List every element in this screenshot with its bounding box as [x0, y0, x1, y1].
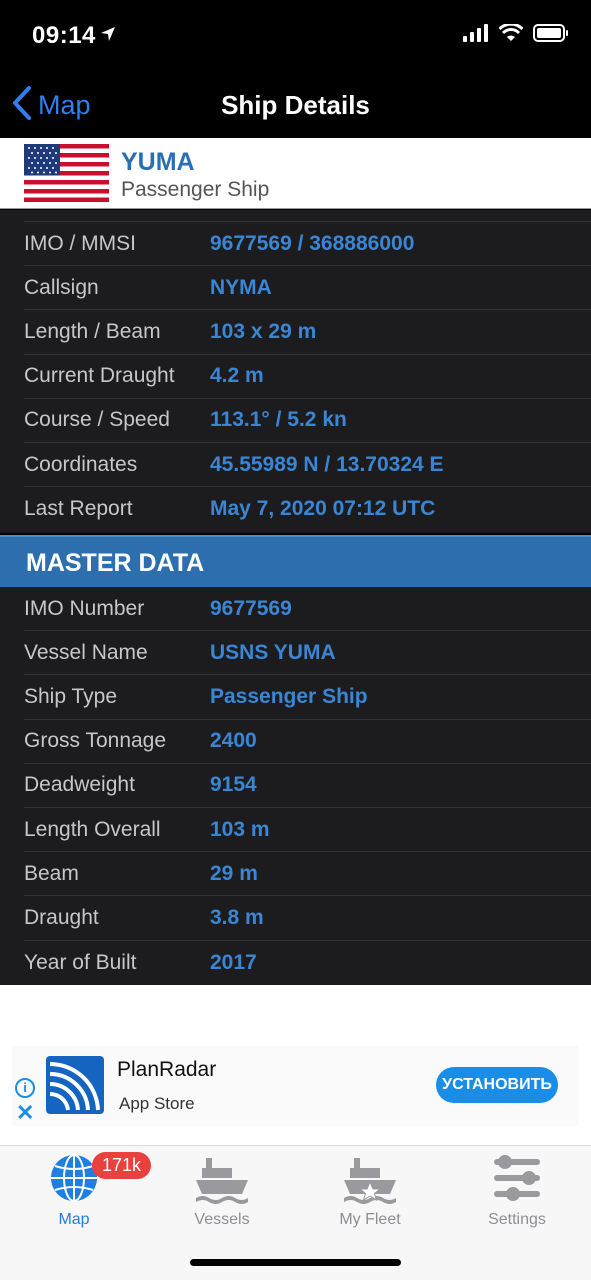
table-row: Year of Built 2017	[24, 941, 591, 985]
row-label: Beam	[24, 861, 79, 885]
row-label: Callsign	[24, 275, 99, 299]
tab-label: Settings	[488, 1211, 546, 1228]
row-label: Length / Beam	[24, 319, 161, 343]
page-title: Ship Details	[221, 90, 370, 120]
table-row: Coordinates 45.55989 N / 13.70324 E	[24, 443, 591, 488]
ship-type: Passenger Ship	[121, 178, 270, 201]
signal-icon	[463, 24, 489, 47]
status-indicators	[463, 22, 569, 47]
row-value: 9677569	[210, 596, 292, 620]
fleet-star-icon	[342, 1158, 398, 1208]
master-data-header: MASTER DATA	[0, 535, 591, 587]
ship-name: YUMA	[121, 148, 195, 176]
ad-subtitle: App Store	[119, 1094, 195, 1113]
row-label: Draught	[24, 905, 99, 929]
sliders-icon	[491, 1155, 543, 1208]
row-value: 3.8 m	[210, 905, 264, 929]
status-bar: 09:14	[0, 0, 591, 72]
table-row: Deadweight 9154	[24, 764, 591, 808]
table-row: Ship Type Passenger Ship	[24, 675, 591, 720]
row-value: 9154	[210, 773, 257, 797]
master-data-table: IMO Number 9677569 Vessel Name USNS YUMA…	[0, 587, 591, 985]
row-label: Gross Tonnage	[24, 729, 167, 753]
install-button[interactable]: УСТАНОВИТЬ	[436, 1067, 558, 1103]
ad-title: PlanRadar	[117, 1058, 217, 1081]
tab-settings[interactable]: Settings	[462, 1152, 572, 1229]
tab-vessels[interactable]: Vessels	[167, 1152, 277, 1229]
row-value: Passenger Ship	[210, 684, 368, 708]
table-row: Beam 29 m	[24, 852, 591, 897]
row-value: USNS YUMA	[210, 640, 336, 664]
wifi-icon	[498, 22, 524, 47]
ship-icon	[194, 1158, 250, 1208]
row-label: IMO / MMSI	[24, 231, 136, 255]
row-value: 29 m	[210, 861, 258, 885]
table-row: Vessel Name USNS YUMA	[24, 631, 591, 676]
tab-my-fleet[interactable]: My Fleet	[315, 1152, 425, 1229]
table-row: Draught 3.8 m	[24, 896, 591, 941]
table-row: Last Report May 7, 2020 07:12 UTC	[24, 487, 591, 531]
row-value: NYMA	[210, 275, 272, 299]
master-data-title: MASTER DATA	[26, 549, 205, 577]
row-value: 2400	[210, 729, 257, 753]
table-row: Gross Tonnage 2400	[24, 720, 591, 764]
close-icon[interactable]: ✕	[16, 1100, 34, 1126]
globe-icon	[48, 1154, 100, 1208]
row-value: 4.2 m	[210, 364, 264, 388]
ship-header: YUMA Passenger Ship	[0, 138, 591, 209]
row-label: IMO Number	[24, 596, 145, 620]
row-value: 45.55989 N / 13.70324 E	[210, 452, 444, 476]
row-value: 2017	[210, 950, 257, 974]
location-arrow-icon	[100, 26, 116, 47]
table-row: Current Draught 4.2 m	[24, 355, 591, 399]
row-value: 9677569 / 368886000	[210, 231, 415, 255]
row-label: Coordinates	[24, 452, 138, 476]
table-row: IMO / MMSI 9677569 / 368886000	[24, 222, 591, 267]
status-time: 09:14	[32, 22, 96, 49]
table-row: Length Overall 103 m	[24, 808, 591, 853]
row-value: 103 m	[210, 817, 270, 841]
table-row: Callsign NYMA	[24, 266, 591, 311]
row-label: Course / Speed	[24, 408, 170, 432]
vessel-details-table: IMO / MMSI 9677569 / 368886000 Callsign …	[0, 210, 591, 533]
home-indicator	[190, 1259, 401, 1266]
row-label: Length Overall	[24, 817, 161, 841]
battery-icon	[533, 24, 569, 47]
us-flag-icon	[24, 144, 109, 202]
row-value: 103 x 29 m	[210, 319, 317, 343]
row-value: 113.1° / 5.2 kn	[210, 408, 347, 432]
tab-label: Vessels	[194, 1211, 250, 1228]
row-label: Last Report	[24, 497, 133, 521]
table-row: IMO Number 9677569	[24, 587, 591, 632]
row-value: May 7, 2020 07:12 UTC	[210, 497, 436, 521]
row-label: Ship Type	[24, 684, 118, 708]
tab-label: My Fleet	[339, 1211, 401, 1228]
ad-banner[interactable]: i ✕ PlanRadar App Store УСТАНОВИТЬ	[12, 1046, 578, 1126]
table-row: Length / Beam 103 x 29 m	[24, 310, 591, 355]
row-label: Vessel Name	[24, 640, 148, 664]
info-icon[interactable]: i	[15, 1078, 35, 1098]
planradar-logo-icon	[46, 1056, 104, 1114]
table-row: Course / Speed 113.1° / 5.2 kn	[24, 399, 591, 443]
row-label: Deadweight	[24, 773, 135, 797]
navigation-bar: Map Ship Details	[0, 72, 591, 138]
tab-label: Map	[58, 1211, 90, 1228]
row-label: Year of Built	[24, 950, 137, 974]
row-label: Current Draught	[24, 364, 175, 388]
notification-badge: 171k	[92, 1152, 152, 1179]
